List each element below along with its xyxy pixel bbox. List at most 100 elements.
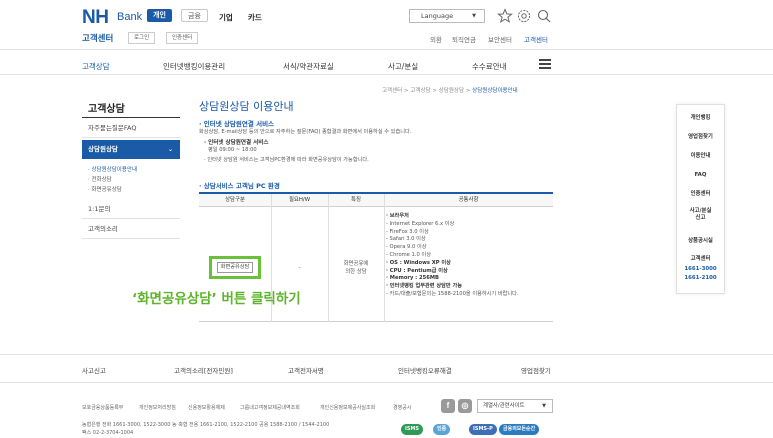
header-divider xyxy=(0,49,773,50)
crumb-agent[interactable]: 상담원상담 xyxy=(439,88,464,94)
gnb-accident[interactable]: 사고/분실 xyxy=(388,61,418,72)
footer-link[interactable]: 그룹내고객정보제공내역조회 xyxy=(240,404,300,411)
page-section-title: 고객센터 xyxy=(82,34,114,44)
lnb-title-rule xyxy=(82,117,180,118)
footer-divider xyxy=(0,382,773,383)
nav-card[interactable]: 카드 xyxy=(248,12,262,23)
instagram-icon[interactable]: ◎ xyxy=(458,399,472,413)
spec-line: - Chrome 1.0 이상 xyxy=(386,251,431,258)
quick-customer-center: 고객센터 xyxy=(690,256,711,262)
spec-list: · 브라우저 - Internet Explorer 6.x 이상 - Fire… xyxy=(386,213,519,299)
section-desc: 화상상담, E-mail상담 등의 안으로 자주하는 질문(FAQ) 종합결과 … xyxy=(199,129,412,135)
spec-line: - Internet Explorer 6.x 이상 xyxy=(386,220,455,227)
footer-ib-error[interactable]: 인터넷뱅킹오류해결 xyxy=(398,365,452,375)
footer-accident[interactable]: 사고신고 xyxy=(82,365,106,375)
footer-branch[interactable]: 영업점찾기 xyxy=(521,365,551,375)
chevron-down-icon: ▼ xyxy=(542,403,546,409)
footer-link-privacy[interactable]: 개인정보처리방침 xyxy=(139,404,176,411)
isms-badge: ISMS xyxy=(401,424,424,435)
gnb-consulting[interactable]: 고객상담 xyxy=(82,61,110,72)
col-divider xyxy=(384,194,385,322)
cert-center-button[interactable]: 인증센터 xyxy=(166,32,199,44)
quick-branch-finder[interactable]: 영업점찾기 xyxy=(677,134,724,141)
lnb-title: 고객상담 xyxy=(88,104,125,115)
service-subtitle: · 인터넷 상담원연결 서비스 xyxy=(204,140,269,146)
family-site-select[interactable]: 계열사/관련사이트 ▼ xyxy=(477,399,553,413)
nav-corporate[interactable]: 기업 xyxy=(219,12,233,23)
campaign-badge: 금융의모든순간 xyxy=(499,424,540,435)
gnb-fees[interactable]: 수수료안내 xyxy=(472,61,507,72)
th-hw: 필요H/W xyxy=(271,194,328,207)
star-icon[interactable] xyxy=(497,8,513,24)
spec-line: · 브라우저 xyxy=(386,213,409,219)
quick-phone-2[interactable]: 1661-2100 xyxy=(677,275,724,282)
segment-personal[interactable]: 개인 xyxy=(147,9,172,22)
cell-feature: 화면공유에 의한 상담 xyxy=(343,261,369,275)
highlight-box xyxy=(209,256,261,279)
service-hours: 평일 09:00 ~ 18:00 xyxy=(208,147,257,153)
quick-guide[interactable]: 이용안내 xyxy=(677,153,724,160)
th-type: 상담구분 xyxy=(199,194,271,207)
lnb-sub-screenshare[interactable]: · 화면공유상담 xyxy=(88,185,122,193)
spec-line: - Opera 9.0 이상 xyxy=(386,244,427,251)
crumb-consulting[interactable]: 고객상담 xyxy=(410,88,430,94)
cell-hw: - xyxy=(298,265,301,271)
gear-icon[interactable] xyxy=(516,8,532,24)
facebook-icon[interactable]: f xyxy=(441,399,455,413)
footer-link-credit[interactable]: 신용정보활용체제 xyxy=(188,404,225,411)
footer-divider-top xyxy=(0,354,773,355)
quick-phone-1[interactable]: 1661-3000 xyxy=(677,266,724,273)
quick-accident-report[interactable]: 사고/분실 신고 xyxy=(677,208,724,222)
footer-link[interactable]: 개인신용정보제공사실조회 xyxy=(320,404,375,411)
lnb-sub-phone[interactable]: · 전화상담 xyxy=(88,175,112,183)
crumb-home[interactable]: 고객센터 xyxy=(382,88,402,94)
quick-menu: 개인뱅킹 영업점찾기 이용안내 FAQ 인증센터 사고/분실 신고 상품공시실 … xyxy=(676,104,725,294)
quick-personal-banking[interactable]: 개인뱅킹 xyxy=(677,115,724,122)
crumb-current: 상담원상담이용안내 xyxy=(472,88,518,94)
gnb-ib-management[interactable]: 인터넷뱅킹이용관리 xyxy=(163,61,225,72)
toplink-fx[interactable]: 외환 xyxy=(430,34,442,44)
spec-line: · Memory : 256MB xyxy=(386,275,439,282)
gnb-forms[interactable]: 서식/약관자료실 xyxy=(283,61,334,72)
instruction-callout: ‘화면공유상담’ 버튼 클릭하기 xyxy=(132,291,301,307)
chevron-down-icon: ⌄ xyxy=(167,146,173,153)
lnb-item-label: 상담원상담 xyxy=(88,145,118,153)
toplink-customer-center[interactable]: 고객센터 xyxy=(524,34,548,44)
col-divider xyxy=(328,194,329,322)
segment-finance[interactable]: 금융 xyxy=(181,9,208,22)
quick-faq[interactable]: FAQ xyxy=(677,172,724,179)
service-note: · 인터넷 상담원 서비스는 고객님PC환경에 따라 화면공유상담이 가능합니다… xyxy=(204,157,369,163)
nh-logo[interactable]: NH xyxy=(82,7,109,29)
quick-cert-center[interactable]: 인증센터 xyxy=(677,191,724,198)
spec-line: · OS : Windows XP 이상 xyxy=(386,259,451,266)
menu-icon[interactable] xyxy=(539,59,551,69)
lnb-sub-guide[interactable]: · 상담원상담이용안내 xyxy=(88,165,137,173)
lnb-item-voice[interactable]: 고객의소리 xyxy=(82,220,180,239)
lnb-item-agent[interactable]: 상담원상담 ⌄ xyxy=(82,140,180,159)
toplink-pension[interactable]: 퇴직연금 xyxy=(452,34,476,44)
login-button[interactable]: 로그인 xyxy=(128,32,156,44)
footer-contact: 농협은행 전화 1661-3000, 1522-3000 농 축협 전용 166… xyxy=(82,422,330,428)
spec-line: - 카드/대출/보험문의는 1588-2100을 이용하시기 바랍니다. xyxy=(386,290,519,297)
footer-link[interactable]: 경영공시 xyxy=(393,404,411,411)
footer-fax: 팩스 02-2-3704-1004 xyxy=(82,430,134,436)
chevron-down-icon: ▼ xyxy=(472,13,476,19)
lnb-item-faq[interactable]: 자주묻는질문FAQ xyxy=(82,119,180,138)
lnb-item-inquiry[interactable]: 1:1문의 xyxy=(82,200,180,219)
toplink-security[interactable]: 보안센터 xyxy=(488,34,512,44)
th-feature: 특징 xyxy=(328,194,384,207)
spec-line: · 인터넷뱅킹 업무관련 상담만 가능 xyxy=(386,283,463,290)
cert-badge: 인증 xyxy=(433,424,451,435)
footer-link[interactable]: 보호금융상품등록부 xyxy=(82,404,123,411)
footer-voice[interactable]: 고객의소리[전자민원] xyxy=(174,365,233,375)
language-label: Language xyxy=(421,12,454,20)
section-title-connect: · 인터넷 상담원연결 서비스 xyxy=(199,120,275,128)
bank-logo-text[interactable]: Bank xyxy=(117,11,142,23)
footer-esign[interactable]: 고객전자서명 xyxy=(288,365,324,375)
gnb-divider xyxy=(0,74,773,75)
language-select[interactable]: Language ▼ xyxy=(409,9,485,23)
search-icon[interactable] xyxy=(536,8,552,24)
ismsp-badge: ISMS-P xyxy=(469,424,497,435)
family-site-label: 계열사/관련사이트 xyxy=(483,403,525,409)
quick-product-disclosure[interactable]: 상품공시실 xyxy=(677,238,724,245)
